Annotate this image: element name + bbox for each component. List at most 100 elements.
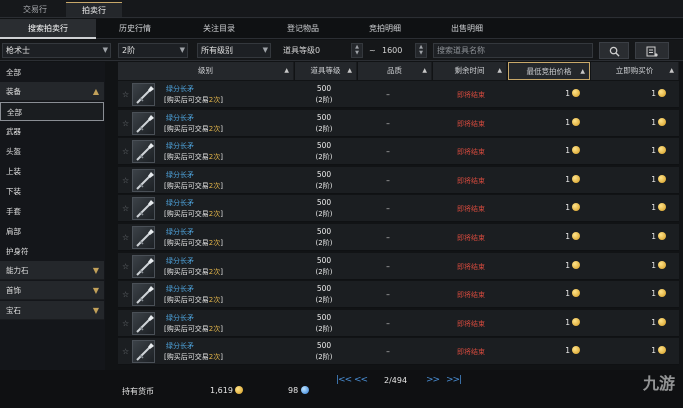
level-max-stepper[interactable]: ▲ ▼ <box>415 43 427 58</box>
col-header-label: 品质 <box>387 66 402 75</box>
item-quality: – <box>386 147 390 157</box>
item-level: 500 <box>316 198 332 208</box>
trade-count: 2次 <box>208 181 221 190</box>
level-min-input[interactable]: 0 <box>315 43 320 58</box>
item-name: 绿分长矛 <box>166 142 194 151</box>
trade-condition-close: ] <box>220 210 223 219</box>
gold-coin-icon <box>658 117 666 126</box>
sidebar-cat-equipment[interactable]: 装备 ▲ <box>0 82 104 101</box>
sidebar-cat-ability-stone[interactable]: 能力石 ▼ <box>0 261 104 280</box>
remaining-time: 即将结束 <box>457 176 485 185</box>
item-level: 500 <box>316 141 332 151</box>
filter-settings-button[interactable] <box>635 42 669 59</box>
col-header-item-level[interactable]: 道具等级 ▲ <box>295 62 357 80</box>
item-level: 500 <box>316 112 332 122</box>
sidebar-item-helmet[interactable]: 头盔 <box>0 142 104 161</box>
col-header-grade[interactable]: 级别 ▲ <box>118 62 294 80</box>
table-row[interactable]: ☆ 绿分长矛 [购买后可交易2次] 500 (2阶) – 即将结束 1 1 <box>118 166 679 194</box>
sidebar-item-gloves[interactable]: 手套 <box>0 202 104 221</box>
sidebar-item-bottom[interactable]: 下装 <box>0 182 104 201</box>
sidebar-item-label: 下装 <box>6 187 21 196</box>
table-row[interactable]: ☆ 绿分长矛 [购买后可交易2次] 500 (2阶) – 即将结束 1 1 <box>118 224 679 251</box>
tab-bid-details[interactable]: 竞拍明细 <box>350 19 420 39</box>
trade-count: 2次 <box>208 96 221 104</box>
item-quality: – <box>386 290 390 300</box>
favorite-star-icon[interactable]: ☆ <box>122 233 129 242</box>
sidebar-item-label: 全部 <box>7 108 22 117</box>
tab-register-item[interactable]: 登记物品 <box>268 19 338 39</box>
prev-page-button[interactable]: << <box>354 375 368 385</box>
table-row[interactable]: ☆ 绿分长矛 [购买后可交易2次] 500 (2阶) – 即将结束 1 1 <box>118 109 679 137</box>
buy-now-value: 1 <box>651 232 656 241</box>
grade-dropdown[interactable]: 所有级别 ▼ <box>197 43 271 58</box>
sidebar-item-label: 首饰 <box>6 286 21 295</box>
col-header-buy-now[interactable]: 立即购买价 ▲ <box>591 62 679 80</box>
last-page-button[interactable]: >>| <box>446 375 462 385</box>
next-page-button[interactable]: >> <box>426 375 440 385</box>
sidebar-item-shoulder[interactable]: 肩部 <box>0 222 104 241</box>
tab-watchlist[interactable]: 关注目录 <box>184 19 254 39</box>
table-row[interactable]: ☆ 绿分长矛 [购买后可交易2次] 500 (2阶) – 即将结束 1 1 <box>118 252 679 280</box>
item-name: 绿分长矛 <box>166 313 194 322</box>
tab-price-history[interactable]: 历史行情 <box>100 19 170 39</box>
class-dropdown[interactable]: 枪术士 ▼ <box>2 43 111 58</box>
tier-dropdown[interactable]: 2阶 ▼ <box>118 43 188 58</box>
favorite-star-icon[interactable]: ☆ <box>122 319 129 328</box>
tab-trading-house[interactable]: 交易行 <box>8 2 62 17</box>
sidebar-item-all[interactable]: 全部 <box>0 63 104 82</box>
gold-coin-icon <box>572 260 580 269</box>
favorite-star-icon[interactable]: ☆ <box>122 262 129 271</box>
sidebar-item-weapon[interactable]: 武器 <box>0 122 104 141</box>
level-min-stepper[interactable]: ▲ ▼ <box>351 43 363 58</box>
watermark-logo: 九游 <box>642 374 675 393</box>
sidebar-cat-accessory[interactable]: 首饰 ▼ <box>0 281 104 300</box>
item-tier: (2阶) <box>315 324 333 333</box>
trade-condition-close: ] <box>220 353 223 362</box>
search-input[interactable]: 搜索道具名称 <box>433 43 593 58</box>
chevron-down-icon: ▼ <box>92 306 99 315</box>
search-button[interactable] <box>599 42 629 59</box>
sidebar-cat-gem[interactable]: 宝石 ▼ <box>0 301 104 320</box>
trade-condition-text: [购买后可交易 <box>164 181 209 190</box>
favorite-star-icon[interactable]: ☆ <box>122 347 129 356</box>
sidebar-item-amulet[interactable]: 护身符 <box>0 242 104 261</box>
trade-condition-text: [购买后可交易 <box>164 210 209 219</box>
favorite-star-icon[interactable]: ☆ <box>122 119 129 128</box>
first-page-button[interactable]: |<< <box>336 375 352 385</box>
table-row[interactable]: ☆ 绿分长矛 [购买后可交易2次] 500 (2阶) – 即将结束 1 1 <box>118 81 679 108</box>
level-max-input[interactable]: 1600 <box>382 43 402 58</box>
table-row[interactable]: ☆ 绿分长矛 [购买后可交易2次] 500 (2阶) – 即将结束 1 1 <box>118 309 679 337</box>
table-row[interactable]: ☆ 绿分长矛 [购买后可交易2次] 500 (2阶) – 即将结束 1 1 <box>118 195 679 223</box>
col-header-remaining-time[interactable]: 剩余时间 ▲ <box>433 62 507 80</box>
favorite-star-icon[interactable]: ☆ <box>122 90 129 99</box>
gold-coin-icon <box>572 203 580 212</box>
table-row[interactable]: ☆ 绿分长矛 [购买后可交易2次] 500 (2阶) – 即将结束 1 1 <box>118 281 679 309</box>
tab-auction-house[interactable]: 拍卖行 <box>66 2 122 17</box>
sidebar-item-label: 全部 <box>6 68 21 77</box>
item-level: 500 <box>316 284 332 294</box>
gold-coin-icon <box>658 346 666 355</box>
trade-condition: [购买后可交易2次] <box>164 267 223 277</box>
favorite-star-icon[interactable]: ☆ <box>122 204 129 213</box>
tab-sale-details[interactable]: 出售明细 <box>432 19 502 39</box>
item-tier: (2阶) <box>315 353 333 362</box>
sidebar-item-top[interactable]: 上装 <box>0 162 104 181</box>
favorite-star-icon[interactable]: ☆ <box>122 147 129 156</box>
table-row[interactable]: ☆ 绿分长矛 [购买后可交易2次] 500 (2阶) – 即将结束 1 1 <box>118 338 679 366</box>
item-level: 500 <box>316 312 332 322</box>
sidebar-item-equipment-all[interactable]: 全部 <box>0 102 104 121</box>
col-header-min-bid[interactable]: 最低竞拍价格 ▲ <box>508 62 590 80</box>
favorite-star-icon[interactable]: ☆ <box>122 176 129 185</box>
col-header-quality[interactable]: 品质 ▲ <box>358 62 432 80</box>
grade-value: 所有级别 <box>201 46 233 55</box>
table-row[interactable]: ☆ 绿分长矛 [购买后可交易2次] 500 (2阶) – 即将结束 1 1 <box>118 138 679 166</box>
trade-condition-close: ] <box>220 267 223 276</box>
gold-amount: 1,619 <box>210 386 243 395</box>
currency-label: 持有货币 <box>122 387 154 396</box>
trade-condition: [购买后可交易2次] <box>164 209 223 219</box>
trade-condition-text: [购买后可交易 <box>164 353 209 362</box>
favorite-star-icon[interactable]: ☆ <box>122 290 129 299</box>
tab-search-auction[interactable]: 搜索拍卖行 <box>0 19 96 39</box>
trade-condition-text: [购买后可交易 <box>164 324 209 333</box>
spear-item-icon <box>132 83 155 106</box>
